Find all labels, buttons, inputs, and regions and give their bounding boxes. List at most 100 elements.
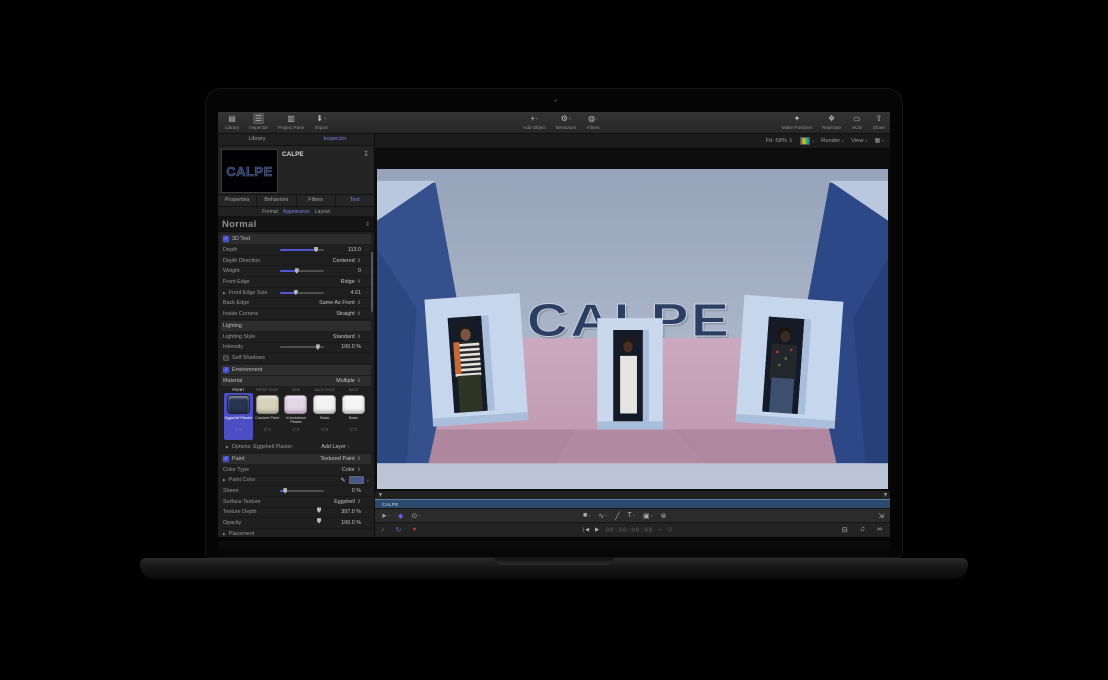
toolbar-button-make-particles[interactable]: ✦Make Particles: [782, 113, 812, 130]
toolbar-button-filters[interactable]: ◍˅Filters: [586, 113, 600, 130]
toolbar-button-share[interactable]: ⇧Share: [873, 113, 885, 130]
subtab-layout[interactable]: Layout: [315, 209, 330, 215]
slider-front-edge-size[interactable]: [280, 292, 324, 294]
link-icon[interactable]: ⊂⊃: [350, 427, 358, 433]
add-layer-button[interactable]: Add Layer ˅: [321, 444, 349, 450]
fit-zoom-control[interactable]: Fit: 68% ⇕: [766, 138, 793, 144]
tool-adjust-3d-tool-icon[interactable]: ◆: [398, 512, 403, 520]
toolbar-button-add-object[interactable]: +˅Add Object: [523, 113, 546, 130]
slider-sheen[interactable]: [280, 490, 324, 492]
tool-mask-tool-icon[interactable]: ▣˅: [643, 512, 653, 520]
material-swatch-knockdown-plaster[interactable]: Knockdown Plaster⊂⊃: [282, 393, 311, 440]
slider-intensity[interactable]: [280, 346, 324, 348]
disclosure-icon[interactable]: ▶: [223, 478, 226, 482]
disclosure-icon[interactable]: ▶: [223, 532, 226, 536]
play-button[interactable]: ▶: [595, 527, 599, 533]
color-channel-control[interactable]: ˅: [800, 137, 814, 145]
material-slot-tab-back-edge[interactable]: BACK EDGE: [310, 387, 339, 393]
slider-weight[interactable]: [280, 270, 324, 272]
reset-icon[interactable]: ○: [364, 521, 369, 526]
previous-frame-button[interactable]: ❘◀: [581, 527, 589, 533]
clock-icon[interactable]: ◷: [667, 526, 672, 533]
toolbar-button-library[interactable]: ▤Library: [225, 113, 239, 130]
pane-tab-library[interactable]: Library: [218, 134, 296, 145]
material-slot-tab-front[interactable]: FRONT: [224, 387, 253, 393]
reset-icon[interactable]: ○: [364, 269, 369, 274]
popup-color-type[interactable]: Color⇕: [342, 467, 361, 473]
checkbox-self-shadows[interactable]: [223, 355, 229, 361]
material-swatch-basic[interactable]: Basic⊂⊃: [339, 393, 368, 440]
slider-thumb[interactable]: [295, 268, 299, 274]
reset-icon[interactable]: ○: [364, 489, 369, 494]
slider-thumb[interactable]: [283, 488, 287, 494]
tool-walk-camera-tool-icon[interactable]: ⊙˅: [411, 512, 420, 520]
slider-thumb[interactable]: [316, 344, 320, 350]
material-slot-tab-front-edge[interactable]: FRONT EDGE: [253, 387, 282, 393]
timeline-clip[interactable]: CALPE: [375, 499, 890, 508]
material-slot-tab-back[interactable]: BACK: [339, 387, 368, 393]
slider-thumb[interactable]: [317, 518, 321, 524]
resize-handle-icon[interactable]: ⇲: [878, 512, 884, 520]
tool-mute-icon[interactable]: ♪: [381, 526, 385, 533]
reset-icon[interactable]: ○: [364, 290, 369, 295]
color-swatch[interactable]: [349, 476, 364, 484]
tool-bezier-tool-icon[interactable]: ∿˅: [598, 512, 607, 520]
checkbox-environment[interactable]: ✓: [223, 367, 229, 373]
popup-lighting-style[interactable]: Standard⇕: [333, 334, 361, 340]
tab-behaviors[interactable]: Behaviors: [257, 195, 296, 206]
toolbar-button-behaviors[interactable]: ⚙˅Behaviors: [556, 113, 576, 130]
disclosure-icon[interactable]: ▶: [223, 291, 226, 295]
material-swatch-cracked-paint[interactable]: Cracked Paint⊂⊃: [253, 393, 282, 440]
timeline-in-marker[interactable]: [379, 493, 382, 497]
reset-icon[interactable]: ○: [364, 247, 369, 252]
checkbox-3d-text[interactable]: ✓: [223, 236, 229, 242]
timecode-menu-chevron-icon[interactable]: ˅: [659, 527, 661, 532]
tool-loop-icon[interactable]: ↻: [396, 526, 402, 534]
tool-link-playheads-icon[interactable]: ∞: [877, 526, 882, 533]
object-preview-thumbnail[interactable]: CALPE: [221, 149, 278, 193]
view-menu[interactable]: View ˅: [851, 138, 867, 144]
toolbar-button-inspector[interactable]: ☰Inspector: [249, 113, 268, 130]
tool-line-tool-icon[interactable]: ╱: [615, 512, 619, 520]
disclosure-icon[interactable]: ▶: [226, 445, 229, 449]
popup-material[interactable]: Multiple⇕: [336, 378, 361, 384]
tool-text-tool-icon[interactable]: T˅: [628, 512, 635, 519]
subtab-format[interactable]: Format: [262, 209, 278, 215]
inspector-scrollbar[interactable]: [371, 252, 373, 312]
tab-filters[interactable]: Filters: [297, 195, 336, 206]
popup-paint[interactable]: Textured Paint⇕: [320, 456, 361, 462]
toolbar-button-project-pane[interactable]: ▥Project Pane: [278, 113, 304, 130]
link-icon[interactable]: ⊂⊃: [263, 427, 271, 433]
chevron-down-icon[interactable]: ˅: [367, 478, 369, 483]
reset-icon[interactable]: ○: [364, 345, 369, 350]
toolbar-button-replicate[interactable]: ❖Replicate: [822, 113, 841, 130]
tool-record-icon[interactable]: ●: [412, 526, 416, 533]
tool-shape-tool-icon[interactable]: ■˅: [583, 512, 590, 519]
toolbar-button-hud[interactable]: ▭HUD: [851, 113, 863, 130]
eyedropper-icon[interactable]: ✎: [341, 477, 346, 484]
slider-thumb[interactable]: [314, 247, 318, 253]
material-swatch-basic[interactable]: Basic⊂⊃: [310, 393, 339, 440]
popup-depth-direction[interactable]: Centered⇕: [333, 258, 361, 264]
popup-front-edge[interactable]: Ridge⇕: [341, 279, 361, 285]
pane-tab-inspector[interactable]: Inspector: [296, 134, 374, 145]
link-icon[interactable]: ⊂⊃: [321, 427, 329, 433]
reset-icon[interactable]: ○: [364, 510, 369, 515]
popup-surface-texture[interactable]: Eggshell⇕: [334, 499, 361, 505]
slider-depth[interactable]: [280, 249, 324, 251]
popup-inside-corners[interactable]: Straight⇕: [336, 311, 361, 317]
subtab-appearance[interactable]: Appearance: [283, 209, 310, 215]
render-menu[interactable]: Render ˅: [821, 138, 844, 144]
timecode-display[interactable]: 00:00:00:00: [605, 526, 652, 534]
canvas-viewport[interactable]: CALPE CALPE: [375, 149, 890, 490]
mini-timeline-ruler[interactable]: [375, 490, 890, 499]
tool-timeline-view-icon[interactable]: ⊟: [842, 526, 848, 534]
link-icon[interactable]: ⊂⊃: [292, 427, 300, 433]
toolbar-button-import[interactable]: ⬇˅Import: [314, 113, 328, 130]
timeline-out-marker[interactable]: [884, 493, 887, 497]
tab-text[interactable]: Text: [336, 195, 374, 206]
layout-grid-icon[interactable]: ▦ ˅: [875, 138, 884, 144]
popup-back-edge[interactable]: Same As Front⇕: [319, 300, 361, 306]
slider-thumb[interactable]: [317, 507, 321, 513]
tool-audio-icon[interactable]: ♫: [860, 526, 865, 533]
